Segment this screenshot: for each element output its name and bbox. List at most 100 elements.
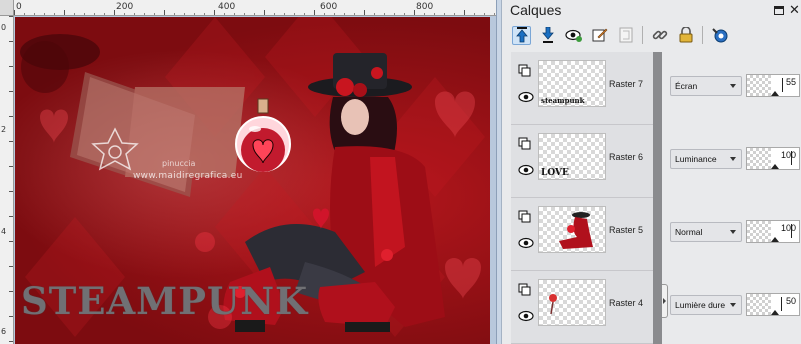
ruler-tick xyxy=(434,13,435,15)
layer-row[interactable]: Raster 5 Normal 100 xyxy=(511,198,800,271)
opacity-value: 50 xyxy=(785,296,796,306)
layer-separator-bar xyxy=(653,271,662,344)
layer-thumbnail[interactable]: steampunk xyxy=(538,60,606,107)
opacity-field[interactable]: 55 xyxy=(746,74,800,97)
opacity-slider-icon[interactable] xyxy=(771,91,779,96)
ruler-tick xyxy=(9,216,13,217)
ruler-label: 600 xyxy=(320,2,338,12)
ruler-tick xyxy=(444,13,445,15)
vertical-ruler: 0 2 4 6 xyxy=(0,16,14,344)
link-icon[interactable] xyxy=(650,26,669,45)
opacity-field[interactable]: 100 xyxy=(746,147,800,170)
ruler-tick xyxy=(124,13,125,15)
ruler-tick xyxy=(174,13,175,15)
opacity-slider-icon[interactable] xyxy=(771,237,779,242)
layers-panel: Calques ✕ steampunk Raster 7 Écran 55 LO… xyxy=(501,0,801,344)
chevron-down-icon xyxy=(730,303,736,307)
move-down-icon[interactable] xyxy=(538,26,557,45)
layer-thumbnail[interactable]: LOVE xyxy=(538,133,606,180)
layer-group-icon[interactable] xyxy=(518,283,534,299)
chevron-down-icon xyxy=(730,230,736,234)
maximize-icon[interactable] xyxy=(774,6,784,15)
ruler-tick xyxy=(424,13,425,15)
layer-row[interactable]: Raster 4 Lumière dure 50 xyxy=(511,271,800,344)
ruler-tick xyxy=(244,13,245,15)
opacity-slider-icon[interactable] xyxy=(771,164,779,169)
edit-icon[interactable] xyxy=(590,26,609,45)
layer-name[interactable]: Raster 6 xyxy=(609,152,643,162)
eye-icon[interactable] xyxy=(518,309,534,325)
ruler-tick xyxy=(64,10,65,15)
ruler-tick xyxy=(374,13,375,15)
lady-thumbnail-icon xyxy=(559,212,593,249)
ruler-tick xyxy=(184,13,185,15)
ruler-label: 400 xyxy=(218,2,236,12)
flower-thumbnail-icon xyxy=(549,294,557,315)
ruler-tick xyxy=(414,10,415,15)
ruler-tick xyxy=(344,13,345,15)
layer-name[interactable]: Raster 7 xyxy=(609,79,643,89)
eye-icon[interactable] xyxy=(518,90,534,106)
layer-thumbnail[interactable] xyxy=(538,279,606,326)
layer-row[interactable]: steampunk Raster 7 Écran 55 xyxy=(511,52,800,125)
ruler-tick xyxy=(134,13,135,15)
ruler-tick xyxy=(9,341,13,342)
image-canvas[interactable]: pinuccia www.maidiregrafica.eu STEAMPUNK xyxy=(15,17,490,344)
ruler-tick xyxy=(24,13,25,15)
ruler-tick xyxy=(484,13,485,15)
ruler-tick xyxy=(9,116,13,117)
ruler-tick xyxy=(9,316,13,317)
close-icon[interactable]: ✕ xyxy=(789,2,800,18)
ruler-tick xyxy=(214,10,215,15)
opacity-field[interactable]: 100 xyxy=(746,220,800,243)
eye-icon[interactable] xyxy=(518,236,534,252)
ruler-tick xyxy=(144,13,145,15)
blend-mode-select[interactable]: Normal xyxy=(670,222,742,242)
eye-icon[interactable] xyxy=(518,163,534,179)
ruler-tick xyxy=(54,13,55,15)
ruler-label: 200 xyxy=(116,2,134,12)
ruler-tick xyxy=(194,13,195,15)
ruler-tick xyxy=(494,13,495,15)
ruler-tick xyxy=(44,13,45,15)
ruler-label: 0 xyxy=(16,2,22,12)
group-icon[interactable] xyxy=(616,26,635,45)
ruler-tick xyxy=(34,13,35,15)
opacity-value: 100 xyxy=(780,223,796,233)
layer-name[interactable]: Raster 5 xyxy=(609,225,643,235)
blend-mode-select[interactable]: Lumière dure xyxy=(670,295,742,315)
opacity-swatch xyxy=(747,148,771,169)
layer-group-icon[interactable] xyxy=(518,210,534,226)
layer-separator-bar xyxy=(653,198,662,271)
opacity-value: 100 xyxy=(780,150,796,160)
layer-row[interactable]: LOVE Raster 6 Luminance 100 xyxy=(511,125,800,198)
ruler-tick xyxy=(324,13,325,15)
ruler-tick xyxy=(394,13,395,15)
layer-group-icon[interactable] xyxy=(518,137,534,153)
opacity-slider-icon[interactable] xyxy=(771,310,779,315)
move-up-icon[interactable] xyxy=(512,25,531,45)
ruler-label: 0 xyxy=(1,23,7,32)
ruler-tick xyxy=(364,10,365,15)
ruler-tick xyxy=(284,13,285,15)
chevron-down-icon xyxy=(730,157,736,161)
toolbar-separator xyxy=(702,26,703,44)
ruler-tick xyxy=(94,13,95,15)
ruler-label: 800 xyxy=(416,2,434,12)
layer-separator-bar xyxy=(653,125,662,198)
blend-mode-select[interactable]: Luminance xyxy=(670,149,742,169)
collapse-handle[interactable] xyxy=(662,284,668,318)
properties-icon[interactable] xyxy=(710,26,729,45)
opacity-swatch xyxy=(747,221,771,242)
ruler-tick xyxy=(9,91,13,92)
ruler-tick xyxy=(224,13,225,15)
lock-icon[interactable] xyxy=(676,26,695,45)
layer-name[interactable]: Raster 4 xyxy=(609,298,643,308)
layer-thumbnail[interactable] xyxy=(538,206,606,253)
layer-group-icon[interactable] xyxy=(518,64,534,80)
opacity-field[interactable]: 50 xyxy=(746,293,800,316)
ruler-label: 4 xyxy=(1,227,7,236)
opacity-swatch xyxy=(747,294,771,315)
visibility-icon[interactable] xyxy=(564,26,583,45)
blend-mode-select[interactable]: Écran xyxy=(670,76,742,96)
